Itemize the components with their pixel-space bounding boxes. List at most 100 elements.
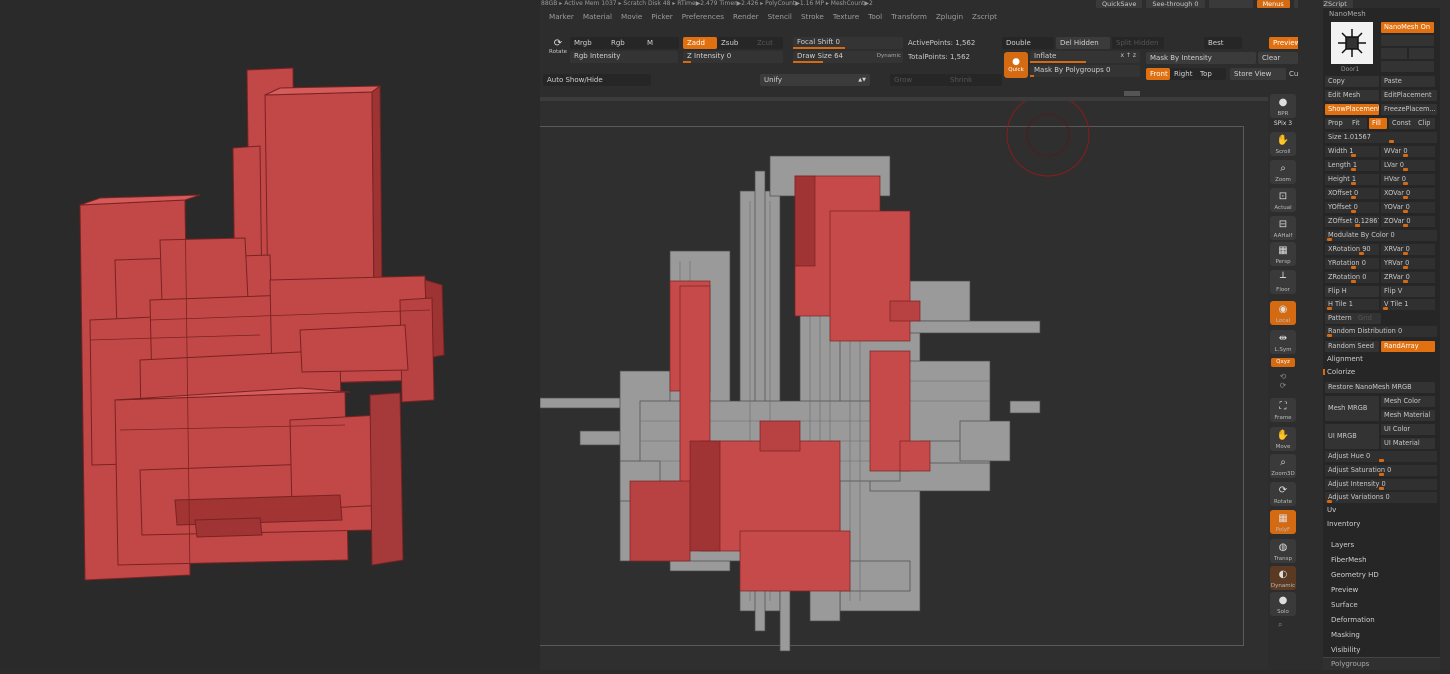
- xrvar-slider[interactable]: XRVar 0: [1381, 244, 1435, 255]
- xrotation-slider[interactable]: XRotation 90: [1325, 244, 1379, 255]
- mesh-material-button[interactable]: Mesh Material: [1381, 410, 1435, 421]
- adjust-variations-slider[interactable]: Adjust Variations 0: [1325, 492, 1437, 503]
- zovar-slider[interactable]: ZOVar 0: [1381, 216, 1435, 227]
- fibermesh-section[interactable]: FiberMesh: [1331, 556, 1367, 564]
- deformation-section[interactable]: Deformation: [1331, 616, 1375, 624]
- transp-button[interactable]: ◍ Transp: [1270, 539, 1296, 563]
- inventory-section[interactable]: Inventory: [1327, 520, 1360, 528]
- menu-stencil[interactable]: Stencil: [768, 12, 792, 21]
- rotate-axis-icon[interactable]: ⟲ ⟳: [1268, 372, 1298, 390]
- grid-button[interactable]: Grid: [1355, 313, 1381, 324]
- zcut-button[interactable]: Zcut: [753, 37, 783, 49]
- inflate-slider[interactable]: Inflate x ↑ z: [1030, 51, 1140, 63]
- random-seed-button[interactable]: Random Seed: [1325, 341, 1379, 352]
- front-view-button[interactable]: Front: [1146, 68, 1170, 80]
- focal-shift-slider[interactable]: Focal Shift 0: [793, 37, 903, 49]
- aahalf-button[interactable]: ⊟ AAHalf: [1270, 216, 1296, 240]
- draw-size-slider[interactable]: Draw Size 64 Dynamic: [793, 51, 903, 63]
- lvar-slider[interactable]: LVar 0: [1381, 160, 1435, 171]
- unify-button[interactable]: Unify ▲▼: [760, 74, 870, 86]
- ui-color-button[interactable]: UI Color: [1381, 424, 1435, 435]
- xovar-slider[interactable]: XOVar 0: [1381, 188, 1435, 199]
- yrvar-slider[interactable]: YRVar 0: [1381, 258, 1435, 269]
- zadd-button[interactable]: Zadd: [683, 37, 717, 49]
- clear-button[interactable]: Clear: [1258, 52, 1298, 64]
- modulate-by-color-slider[interactable]: Modulate By Color 0: [1325, 230, 1437, 241]
- uv-section[interactable]: Uv: [1327, 506, 1336, 514]
- width-slider[interactable]: Width 1: [1325, 146, 1379, 157]
- yovar-slider[interactable]: YOVar 0: [1381, 202, 1435, 213]
- fill-button[interactable]: Fill: [1369, 118, 1387, 129]
- adjust-hue-slider[interactable]: Adjust Hue 0: [1325, 451, 1437, 462]
- zrotation-slider[interactable]: ZRotation 0: [1325, 272, 1379, 283]
- length-slider[interactable]: Length 1: [1325, 160, 1379, 171]
- rotate-view-button[interactable]: ⟳ Rotate: [1270, 482, 1296, 506]
- restore-nanomesh-mrgb-button[interactable]: Restore NanoMesh MRGB: [1325, 382, 1435, 393]
- mask-by-polygroups-slider[interactable]: Mask By Polygroups 0: [1030, 65, 1140, 77]
- nanomesh-disabled-2[interactable]: [1381, 48, 1407, 59]
- floor-button[interactable]: ┴ Floor: [1270, 270, 1296, 294]
- flip-h-button[interactable]: Flip H: [1325, 286, 1379, 297]
- clip-button[interactable]: Clip: [1415, 118, 1435, 129]
- menu-material[interactable]: Material: [583, 12, 612, 21]
- prop-button[interactable]: Prop: [1325, 118, 1349, 129]
- actual-button[interactable]: ⊡ Actual: [1270, 188, 1296, 212]
- edit-mesh-button[interactable]: Edit Mesh: [1325, 90, 1379, 101]
- flip-v-button[interactable]: Flip V: [1381, 286, 1435, 297]
- m-button[interactable]: M: [643, 37, 679, 49]
- rgb-intensity-slider[interactable]: Rgb Intensity: [570, 51, 678, 63]
- adjust-intensity-slider[interactable]: Adjust Intensity 0: [1325, 479, 1437, 490]
- ui-mrgb-button[interactable]: UI MRGB: [1325, 424, 1379, 449]
- fit-button[interactable]: Fit: [1349, 118, 1367, 129]
- menu-texture[interactable]: Texture: [833, 12, 859, 21]
- grow-button[interactable]: Grow: [890, 74, 946, 86]
- menu-zplugin[interactable]: Zplugin: [936, 12, 963, 21]
- right-view-button[interactable]: Right: [1170, 68, 1196, 80]
- quick-button[interactable]: ● Quick: [1004, 52, 1028, 78]
- nanomesh-thumbnail[interactable]: [1331, 22, 1373, 64]
- freeze-placement-button[interactable]: FreezePlacem...: [1381, 104, 1437, 115]
- menu-render[interactable]: Render: [733, 12, 759, 21]
- menu-preferences[interactable]: Preferences: [682, 12, 724, 21]
- canvas-scroll-handle[interactable]: [1124, 91, 1140, 96]
- pattern-button[interactable]: Pattern: [1325, 313, 1355, 324]
- move-button[interactable]: ✋ Move: [1270, 427, 1296, 451]
- split-hidden-button[interactable]: Split Hidden: [1112, 37, 1164, 49]
- v-tile-slider[interactable]: V Tile 1: [1381, 299, 1435, 310]
- scroll-button[interactable]: ✋ Scroll: [1270, 132, 1296, 156]
- zsub-button[interactable]: Zsub: [717, 37, 753, 49]
- show-placement-button[interactable]: ShowPlacement: [1325, 104, 1379, 115]
- geometry-hd-section[interactable]: Geometry HD: [1331, 571, 1379, 579]
- store-view-button[interactable]: Store View: [1230, 68, 1286, 80]
- surface-section[interactable]: Surface: [1331, 601, 1358, 609]
- double-button[interactable]: Double: [1002, 37, 1054, 49]
- edit-placement-button[interactable]: EditPlacement: [1381, 90, 1437, 101]
- polyf-button[interactable]: ▦ PolyF: [1270, 510, 1296, 534]
- colorize-section[interactable]: Colorize: [1327, 368, 1355, 376]
- height-slider[interactable]: Height 1: [1325, 174, 1379, 185]
- bpr-button[interactable]: ● BPR: [1270, 94, 1296, 118]
- menus-button[interactable]: Menus: [1256, 0, 1290, 8]
- menu-picker[interactable]: Picker: [651, 12, 672, 21]
- layers-section[interactable]: Layers: [1331, 541, 1354, 549]
- menu-zscript[interactable]: Zscript: [972, 12, 997, 21]
- best-button[interactable]: Best: [1204, 37, 1242, 49]
- xpose-icon[interactable]: ⌕: [1278, 620, 1282, 630]
- see-through-slider[interactable]: See-through 0: [1146, 0, 1205, 8]
- const-button[interactable]: Const: [1389, 118, 1415, 129]
- menu-marker[interactable]: Marker: [549, 12, 574, 21]
- mrgb-button[interactable]: Mrgb: [570, 37, 610, 49]
- preview-section[interactable]: Preview: [1331, 586, 1358, 594]
- persp-button[interactable]: ▦ Persp: [1270, 242, 1296, 266]
- yoffset-slider[interactable]: YOffset 0: [1325, 202, 1379, 213]
- qxyz-button[interactable]: Qxyz: [1271, 358, 1295, 367]
- ui-material-button[interactable]: UI Material: [1381, 438, 1435, 449]
- yrotation-slider[interactable]: YRotation 0: [1325, 258, 1379, 269]
- visibility-section[interactable]: Visibility: [1331, 646, 1360, 654]
- nanomesh-disabled-3[interactable]: [1409, 48, 1434, 59]
- top-view-button[interactable]: Top: [1196, 68, 1226, 80]
- zoom-button[interactable]: ⌕ Zoom: [1270, 160, 1296, 184]
- mask-by-intensity-button[interactable]: Mask By Intensity: [1146, 52, 1256, 64]
- mesh-mrgb-button[interactable]: Mesh MRGB: [1325, 396, 1379, 421]
- menu-tool[interactable]: Tool: [868, 12, 882, 21]
